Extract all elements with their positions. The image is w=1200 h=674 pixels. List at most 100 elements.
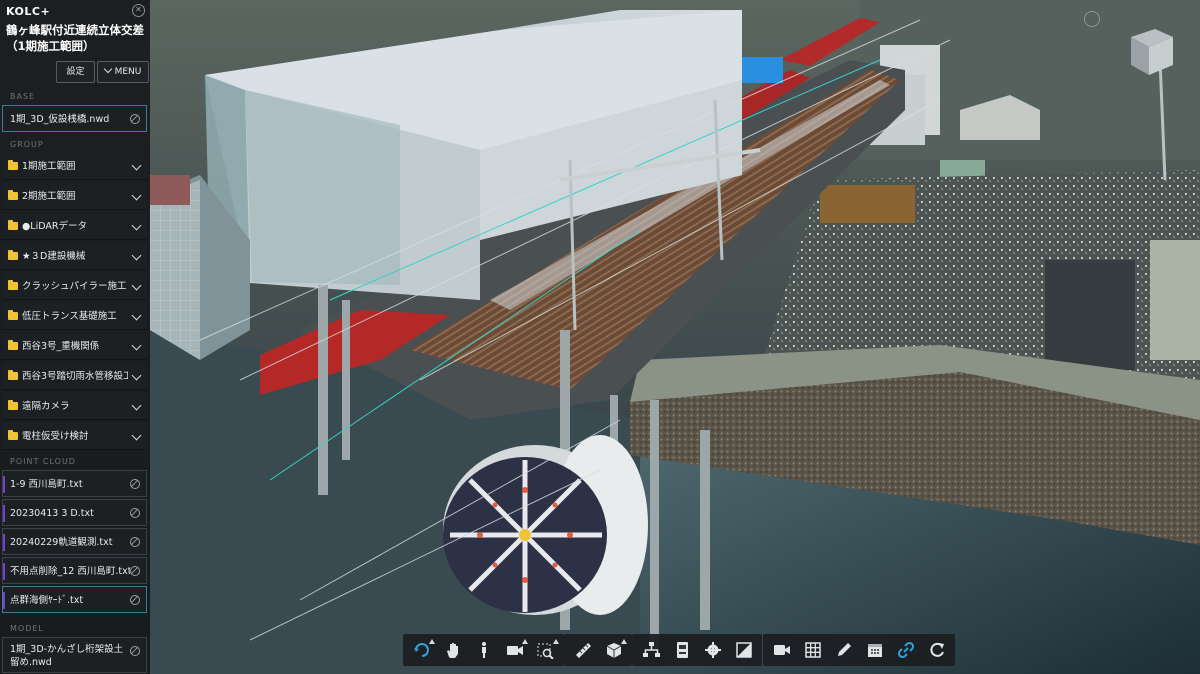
chevron-down-icon[interactable] (131, 190, 142, 201)
chevron-down-icon[interactable] (131, 400, 142, 411)
chevron-down-icon (103, 64, 112, 74)
compass-ring[interactable] (1084, 11, 1100, 27)
base-file-label: 1期_3D_仮設桟橋.nwd (10, 114, 110, 125)
group-item-label: ●LiDARデータ (22, 221, 87, 232)
group-item[interactable]: 2期施工範囲 (2, 183, 147, 210)
link-icon[interactable] (130, 646, 140, 656)
walk-person-button[interactable] (469, 634, 499, 666)
menu-button-label: MENU (114, 67, 142, 77)
markup-pencil-button[interactable] (829, 634, 859, 666)
folder-icon (8, 430, 18, 440)
dropdown-arrow-icon (621, 639, 627, 644)
point-cloud-item[interactable]: 不用点削除_12 西川島町.txt (2, 557, 147, 584)
link-icon[interactable] (130, 508, 140, 518)
chevron-down-icon[interactable] (131, 370, 142, 381)
chevron-down-icon[interactable] (131, 160, 142, 171)
camera-view-button[interactable] (500, 634, 530, 666)
reset-view-icon (930, 642, 944, 657)
point-cloud-marker (3, 505, 5, 522)
toolbar-group (564, 634, 632, 666)
settings-gear-icon (705, 642, 721, 658)
project-title-line1: 鶴ヶ峰駅付近連続立体交差 (6, 23, 144, 37)
point-cloud-marker (3, 534, 5, 551)
properties-icon (677, 642, 688, 658)
group-item[interactable]: 低圧トランス基礎施工 (2, 303, 147, 330)
reset-view-button[interactable] (922, 634, 952, 666)
model-item-label: 1期_3D-かんざし桁架設土留め.nwd (10, 644, 124, 668)
chevron-down-icon[interactable] (131, 310, 142, 321)
grid-button[interactable] (798, 634, 828, 666)
toolbar-group (403, 634, 564, 666)
settings-button[interactable]: 設定 (56, 61, 95, 83)
properties-button[interactable] (667, 634, 697, 666)
folder-icon (8, 370, 18, 380)
section-point-cloud: POINT CLOUD (10, 457, 76, 466)
scene-render (0, 0, 1200, 674)
group-item[interactable]: ●LiDARデータ (2, 213, 147, 240)
group-item-label: ★３D建設機械 (22, 251, 86, 262)
folder-icon (8, 340, 18, 350)
point-cloud-item[interactable]: 20240229軌道観測.txt (2, 528, 147, 555)
point-cloud-item[interactable]: 点群海側ﾔｰﾄﾞ.txt (2, 586, 147, 613)
tree-hierarchy-button[interactable] (636, 634, 666, 666)
group-item[interactable]: 1期施工範囲 (2, 153, 147, 180)
group-item[interactable]: 西谷3号踏切雨水管移設工 (2, 363, 147, 390)
sidebar: KOLC+ ✕ 鶴ヶ峰駅付近連続立体交差 （1期施工範囲） 設定 MENU BA… (0, 0, 150, 674)
point-cloud-label: 不用点削除_12 西川島町.txt (10, 566, 130, 577)
video-camera-icon (774, 645, 790, 655)
chevron-down-icon[interactable] (131, 430, 142, 441)
group-item[interactable]: ★３D建設機械 (2, 243, 147, 270)
chevron-down-icon[interactable] (131, 280, 142, 291)
menu-button[interactable]: MENU (97, 61, 149, 83)
point-cloud-item[interactable]: 1-9 西川島町.txt (2, 470, 147, 497)
3d-viewport[interactable] (0, 0, 1200, 674)
group-item[interactable]: 遠隔カメラ (2, 393, 147, 420)
section-group: GROUP (10, 140, 44, 149)
dropdown-arrow-icon (522, 639, 528, 644)
calendar-icon (868, 644, 882, 657)
folder-icon (8, 160, 18, 170)
group-item[interactable]: 電柱仮受け検討 (2, 423, 147, 450)
video-camera-button[interactable] (767, 634, 797, 666)
model-item[interactable]: 1期_3D-かんざし桁架設土留め.nwd (2, 637, 147, 673)
point-cloud-label: 点群海側ﾔｰﾄﾞ.txt (10, 595, 84, 606)
link-icon[interactable] (130, 595, 140, 605)
link-icon[interactable] (130, 479, 140, 489)
close-icon[interactable]: ✕ (132, 4, 145, 17)
zoom-box-button[interactable] (531, 634, 561, 666)
group-item-label: 2期施工範囲 (22, 191, 76, 202)
base-file-item[interactable]: 1期_3D_仮設桟橋.nwd (2, 105, 147, 132)
group-item[interactable]: 西谷3号_重機関係 (2, 333, 147, 360)
folder-icon (8, 310, 18, 320)
chevron-down-icon[interactable] (131, 340, 142, 351)
toolbar-group (632, 634, 762, 666)
link-icon[interactable] (130, 537, 140, 547)
walk-person-icon (482, 642, 486, 658)
settings-gear-button[interactable] (698, 634, 728, 666)
measure-ruler-button[interactable] (568, 634, 598, 666)
group-item[interactable]: クラッシュパイラー施工 (2, 273, 147, 300)
section-box-button[interactable] (599, 634, 629, 666)
link-icon[interactable] (130, 566, 140, 576)
link-button[interactable] (891, 634, 921, 666)
chevron-down-icon[interactable] (131, 250, 142, 261)
view-cube[interactable] (1125, 25, 1177, 81)
calendar-button[interactable] (860, 634, 890, 666)
appearance-button[interactable] (729, 634, 759, 666)
orbit-button[interactable] (407, 634, 437, 666)
grid-icon (805, 642, 821, 658)
pan-hand-button[interactable] (438, 634, 468, 666)
chevron-down-icon[interactable] (131, 220, 142, 231)
point-cloud-label: 20230413 3 D.txt (10, 508, 94, 519)
project-title-line2: （1期施工範囲） (6, 39, 95, 53)
folder-icon (8, 280, 18, 290)
app-logo: KOLC+ (6, 5, 51, 18)
dropdown-arrow-icon (553, 639, 559, 644)
point-cloud-label: 20240229軌道観測.txt (10, 537, 113, 548)
pan-hand-icon (447, 643, 458, 658)
point-cloud-marker (3, 563, 5, 580)
group-item-label: 電柱仮受け検討 (22, 431, 89, 442)
link-icon[interactable] (130, 114, 140, 124)
appearance-icon (736, 642, 752, 658)
point-cloud-item[interactable]: 20230413 3 D.txt (2, 499, 147, 526)
